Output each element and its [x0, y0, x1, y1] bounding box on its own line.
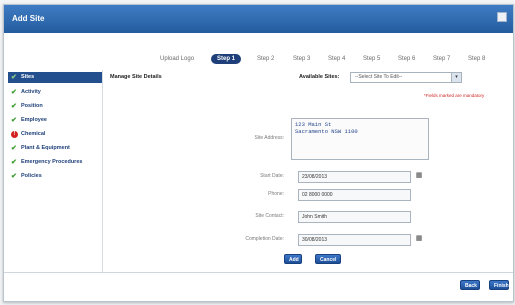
sidebar-item-label: Policies: [21, 173, 42, 179]
sidebar-item-label: Sites: [21, 74, 35, 80]
sidebar-item-position[interactable]: ✔ Position: [8, 101, 102, 112]
phone-label: Phone:: [268, 191, 284, 197]
sidebar-item-label: Activity: [21, 89, 41, 95]
start-date-label: Start Date:: [260, 173, 284, 179]
section-header: Manage Site Details Available Sites: --S…: [103, 72, 513, 84]
sidebar-item-label: Chemical: [21, 131, 46, 137]
site-contact-value: John Smith: [302, 214, 328, 220]
sidebar-item-chemical[interactable]: ! Chemical: [8, 129, 102, 140]
step-3[interactable]: Step 3: [293, 54, 310, 64]
step-2[interactable]: Step 2: [257, 54, 274, 64]
sidebar-item-plant-equipment[interactable]: ✔ Plant & Equipment: [8, 143, 102, 154]
site-contact-field[interactable]: John Smith: [298, 211, 411, 223]
sidebar-item-policies[interactable]: ✔ Policies: [8, 171, 102, 182]
sidebar-item-label: Plant & Equipment: [21, 145, 70, 151]
step-7[interactable]: Step 7: [433, 54, 450, 64]
check-icon: ✔: [11, 173, 17, 180]
completion-date-field[interactable]: 30/08/2013: [298, 234, 411, 246]
cancel-button[interactable]: Cancel: [315, 254, 341, 264]
site-contact-label: Site Contact:: [255, 213, 284, 219]
step-5[interactable]: Step 5: [363, 54, 380, 64]
step-upload-logo[interactable]: Upload Logo: [160, 54, 194, 64]
start-date-field[interactable]: 23/08/2013: [298, 171, 411, 183]
site-address-field[interactable]: 123 Main St Sacramento NSW 1100: [291, 118, 429, 160]
phone-field[interactable]: 02 8000 0000: [298, 189, 411, 201]
sidebar-item-sites[interactable]: ✔ Sites: [8, 72, 102, 83]
completion-date-value: 30/08/2013: [302, 237, 328, 243]
sidebar-item-emergency-procedures[interactable]: ✔ Emergency Procedures: [8, 157, 102, 168]
calendar-icon[interactable]: ▦: [415, 235, 423, 243]
site-select-value: --Select Site To Edit--: [355, 74, 403, 80]
check-icon: ✔: [11, 103, 17, 110]
site-address-label: Site Address:: [254, 135, 284, 141]
step-navigation: Upload Logo Step 1 Step 2 Step 3 Step 4 …: [4, 54, 513, 66]
phone-value: 02 8000 0000: [302, 192, 333, 198]
window-title: Add Site: [12, 14, 45, 23]
chevron-down-icon[interactable]: ▾: [451, 73, 461, 82]
sidebar: ✔ Sites ✔ Activity ✔ Position ✔ Employee…: [8, 70, 103, 273]
step-4[interactable]: Step 4: [328, 54, 345, 64]
sidebar-item-employee[interactable]: ✔ Employee: [8, 115, 102, 126]
add-button[interactable]: Add: [284, 254, 302, 264]
footer-divider: [4, 272, 513, 273]
title-bar: Add Site: [4, 5, 513, 33]
close-icon[interactable]: [497, 12, 507, 22]
sidebar-item-label: Emergency Procedures: [21, 159, 83, 165]
step-1[interactable]: Step 1: [211, 54, 242, 64]
check-icon: ✔: [11, 159, 17, 166]
check-icon: ✔: [11, 117, 17, 124]
check-icon: ✔: [11, 74, 17, 81]
sidebar-item-label: Position: [21, 103, 43, 109]
site-select[interactable]: --Select Site To Edit-- ▾: [350, 72, 462, 83]
sidebar-item-label: Employee: [21, 117, 47, 123]
start-date-value: 23/08/2013: [302, 174, 328, 180]
add-site-window: Add Site Upload Logo Step 1 Step 2 Step …: [3, 4, 514, 302]
sidebar-item-activity[interactable]: ✔ Activity: [8, 87, 102, 98]
back-button[interactable]: Back: [460, 280, 480, 290]
step-6[interactable]: Step 6: [398, 54, 415, 64]
check-icon: ✔: [11, 89, 17, 96]
finish-button[interactable]: Finish: [489, 280, 509, 290]
check-icon: ✔: [11, 145, 17, 152]
completion-date-label: Completion Date:: [245, 236, 284, 242]
section-title: Manage Site Details: [110, 74, 162, 80]
calendar-icon[interactable]: ▦: [415, 172, 423, 180]
available-sites-label: Available Sites:: [299, 74, 340, 80]
required-note: *Fields marked are mandatory: [424, 93, 485, 98]
step-8[interactable]: Step 8: [468, 54, 485, 64]
error-icon: !: [11, 131, 18, 138]
